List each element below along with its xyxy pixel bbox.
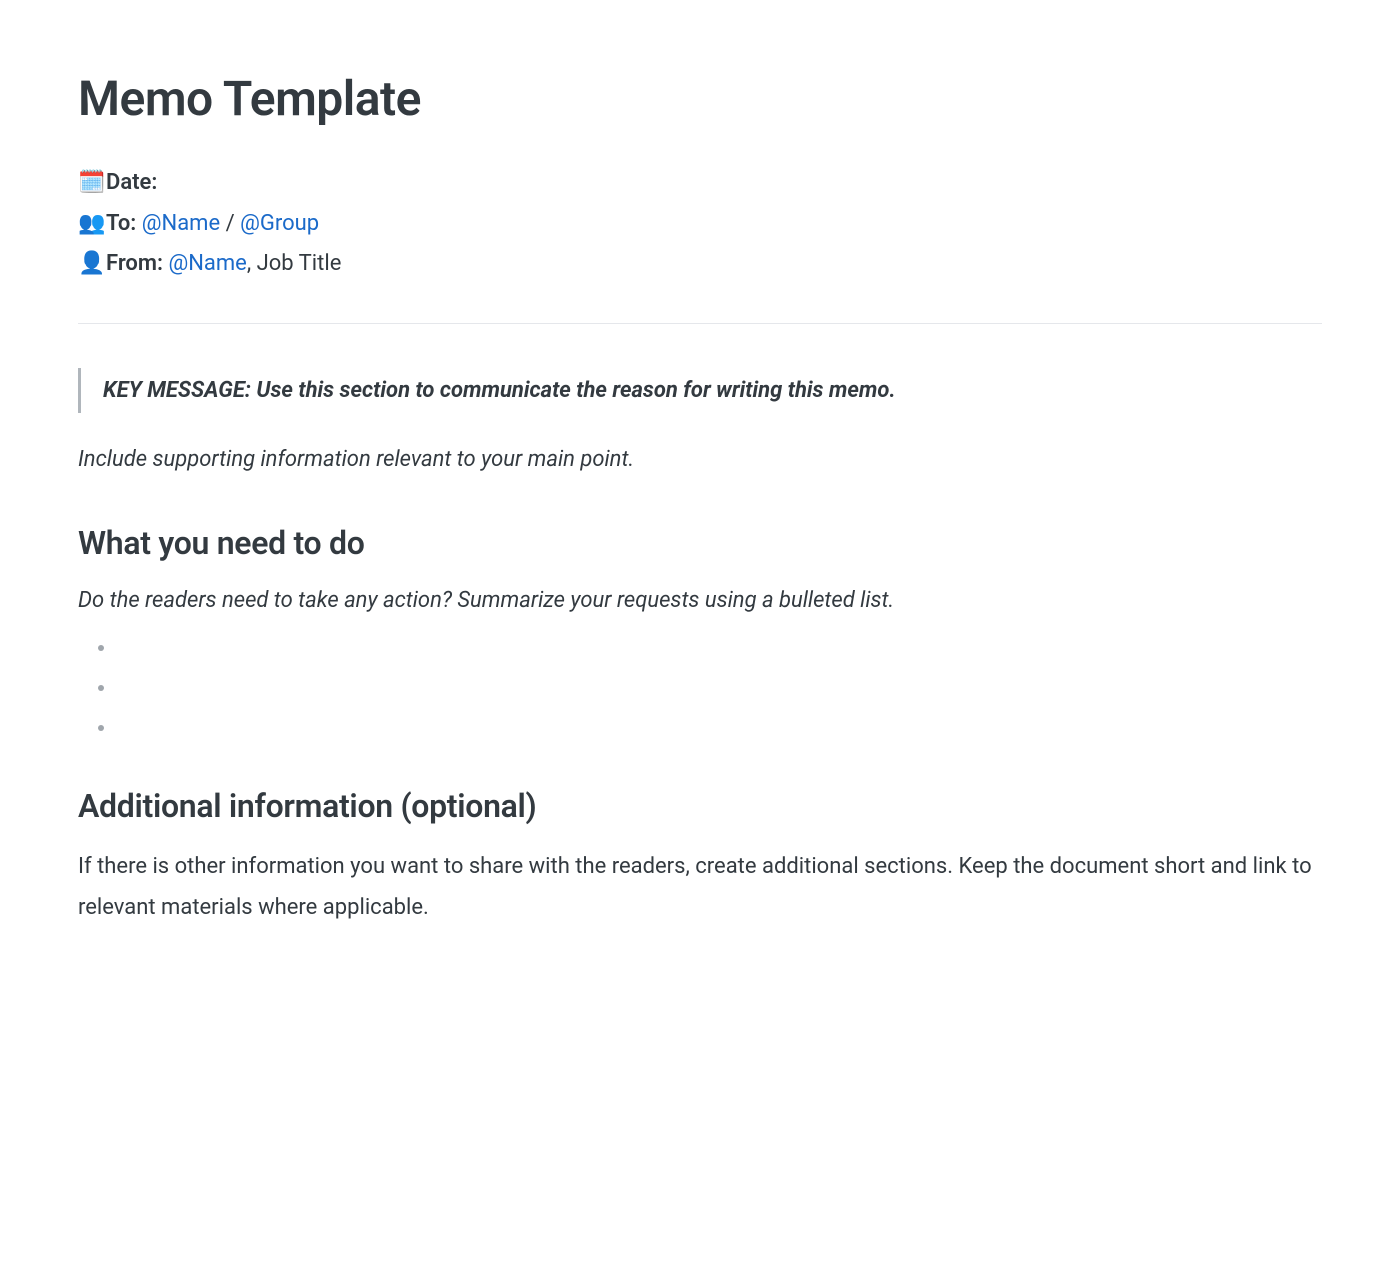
from-label: From: [106, 251, 163, 276]
meta-to-line[interactable]: 👥To: @Name / @Group [78, 204, 1322, 245]
list-item[interactable] [98, 675, 1322, 699]
from-name-mention[interactable]: @Name [168, 251, 246, 276]
additional-heading: Additional information (optional) [78, 787, 1322, 825]
key-message-block[interactable]: KEY MESSAGE: Use this section to communi… [78, 368, 1322, 413]
action-list[interactable] [78, 635, 1322, 739]
to-name-mention[interactable]: @Name [142, 211, 220, 236]
meta-date-line[interactable]: 🗓️Date: [78, 163, 1322, 204]
actions-prompt[interactable]: Do the readers need to take any action? … [78, 584, 1322, 617]
to-label: To: [106, 211, 136, 236]
page-title: Memo Template [78, 70, 1322, 127]
actions-heading: What you need to do [78, 524, 1322, 562]
divider [78, 323, 1322, 324]
key-message-text: KEY MESSAGE: Use this section to communi… [103, 378, 896, 403]
list-item[interactable] [98, 635, 1322, 659]
additional-body[interactable]: If there is other information you want t… [78, 847, 1322, 928]
person-icon: 👤 [78, 244, 106, 285]
from-suffix: , Job Title [247, 251, 342, 276]
to-separator: / [220, 211, 240, 236]
date-label: Date: [106, 170, 157, 195]
supporting-text[interactable]: Include supporting information relevant … [78, 443, 1322, 476]
to-group-mention[interactable]: @Group [240, 211, 319, 236]
memo-meta: 🗓️Date: 👥To: @Name / @Group 👤From: @Name… [78, 163, 1322, 285]
list-item[interactable] [98, 715, 1322, 739]
people-icon: 👥 [78, 204, 106, 245]
meta-from-line[interactable]: 👤From: @Name, Job Title [78, 244, 1322, 285]
calendar-icon: 🗓️ [78, 163, 106, 204]
